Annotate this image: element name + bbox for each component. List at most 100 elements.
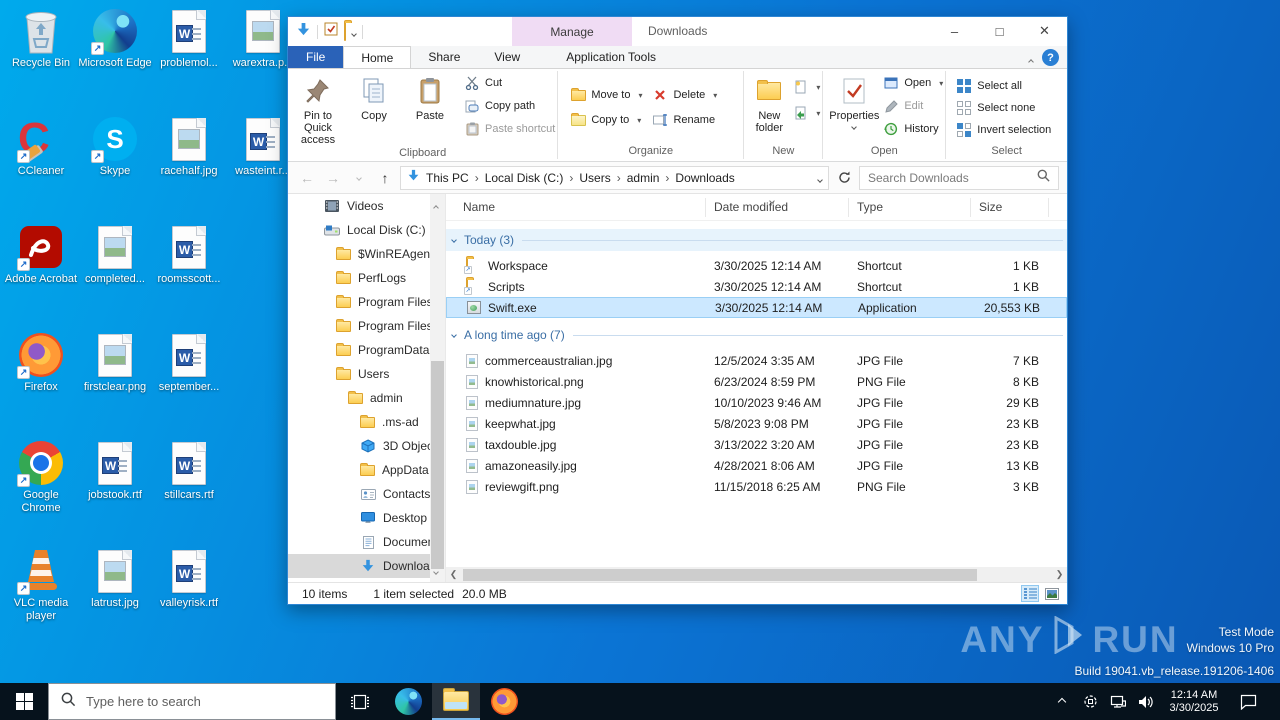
nav-item-local-disk-c[interactable]: Local Disk (C:) xyxy=(288,218,445,242)
desktop-icon-recycle-bin[interactable]: Recycle Bin xyxy=(4,6,78,114)
nav-item-program-files[interactable]: Program Files xyxy=(288,290,445,314)
nav-item-videos[interactable]: Videos xyxy=(288,194,445,218)
properties-button[interactable]: Properties xyxy=(825,71,883,141)
refresh-icon[interactable] xyxy=(833,167,855,189)
nav-item-users[interactable]: Users xyxy=(288,362,445,386)
file-row-keepwhat[interactable]: keepwhat.jpg 5/8/2023 9:08 PM JPG File 2… xyxy=(446,413,1067,434)
volume-icon[interactable] xyxy=(1135,687,1157,717)
horizontal-scrollbar-thumb[interactable] xyxy=(463,568,978,581)
collapse-ribbon-icon[interactable] xyxy=(1028,51,1034,69)
select-none-button[interactable]: Select none xyxy=(956,100,1051,116)
forward-icon[interactable]: → xyxy=(322,167,344,189)
tray-sync-icon[interactable] xyxy=(1079,687,1101,717)
nav-item-appdata[interactable]: AppData xyxy=(288,458,445,482)
details-view-icon[interactable] xyxy=(1021,585,1039,602)
group-header-a-long-time-ago[interactable]: A long time ago (7) xyxy=(446,324,1067,346)
nav-item-winreagent[interactable]: $WinREAgent xyxy=(288,242,445,266)
collapse-group-icon[interactable] xyxy=(451,332,457,338)
column-header-name[interactable]: Name xyxy=(446,197,706,217)
tab-application-tools[interactable]: Application Tools xyxy=(549,46,673,68)
desktop-icon-skype[interactable]: S Skype xyxy=(78,114,152,222)
desktop-icon-completed[interactable]: completed... xyxy=(78,222,152,330)
taskbar-edge-button[interactable] xyxy=(384,683,432,720)
nav-scrollbar[interactable] xyxy=(430,194,445,582)
recent-locations-icon[interactable] xyxy=(348,167,370,189)
nav-item-contacts[interactable]: Contacts xyxy=(288,482,445,506)
desktop-icon-google-chrome[interactable]: Google Chrome xyxy=(4,438,78,546)
nav-item-admin[interactable]: admin xyxy=(288,386,445,410)
file-row-mediumnature[interactable]: mediumnature.jpg 10/10/2023 9:46 AM JPG … xyxy=(446,392,1067,413)
breadcrumb-users[interactable]: Users xyxy=(575,171,614,185)
taskbar-firefox-button[interactable] xyxy=(480,683,528,720)
copy-button[interactable]: Copy xyxy=(346,71,402,141)
action-center-icon[interactable] xyxy=(1231,687,1265,717)
minimize-button[interactable]: – xyxy=(932,17,977,45)
start-button[interactable] xyxy=(0,683,48,720)
nav-item-program-files-x86[interactable]: Program Files xyxy=(288,314,445,338)
taskbar-file-explorer-button[interactable] xyxy=(432,683,480,720)
breadcrumb-local-disk[interactable]: Local Disk (C:) xyxy=(481,171,568,185)
qat-properties-icon[interactable] xyxy=(324,22,338,41)
move-to-button[interactable]: Move to xyxy=(570,87,642,103)
desktop-icon-microsoft-edge[interactable]: Microsoft Edge xyxy=(78,6,152,114)
qat-customize-icon[interactable] xyxy=(351,23,357,41)
downloads-arrow-icon[interactable] xyxy=(296,22,311,42)
file-row-workspace[interactable]: Workspace 3/30/2025 12:14 AM Shortcut 1 … xyxy=(446,255,1067,276)
desktop-icon-stillcars[interactable]: W stillcars.rtf xyxy=(152,438,226,546)
collapse-group-icon[interactable] xyxy=(451,237,457,243)
taskbar-clock[interactable]: 12:14 AM 3/30/2025 xyxy=(1163,689,1225,715)
file-row-reviewgift[interactable]: reviewgift.png 11/15/2018 6:25 AM PNG Fi… xyxy=(446,476,1067,497)
copy-path-button[interactable]: Copy path xyxy=(464,98,555,114)
delete-button[interactable]: Delete xyxy=(652,87,717,103)
cut-button[interactable]: Cut xyxy=(464,75,555,91)
nav-item-desktop[interactable]: Desktop xyxy=(288,506,445,530)
desktop-icon-september[interactable]: W september... xyxy=(152,330,226,438)
file-row-commerceaustralian[interactable]: commerceaustralian.jpg 12/5/2024 3:35 AM… xyxy=(446,350,1067,371)
network-icon[interactable] xyxy=(1107,687,1129,717)
desktop-icon-vlc[interactable]: VLC media player xyxy=(4,546,78,654)
nav-item-perflogs[interactable]: PerfLogs xyxy=(288,266,445,290)
tab-view[interactable]: View xyxy=(477,46,537,68)
group-header-today[interactable]: Today (3) xyxy=(446,229,1067,251)
desktop-icon-valleyrisk[interactable]: W valleyrisk.rtf xyxy=(152,546,226,654)
scroll-left-icon[interactable]: ❮ xyxy=(446,567,461,582)
breadcrumb-downloads[interactable]: Downloads xyxy=(671,171,738,185)
manage-contextual-tab[interactable]: Manage xyxy=(512,17,632,46)
tab-file[interactable]: File xyxy=(288,46,344,68)
nav-item-3d-objects[interactable]: 3D Objects xyxy=(288,434,445,458)
open-button[interactable]: Open xyxy=(883,75,943,91)
search-box[interactable]: Search Downloads xyxy=(859,165,1059,190)
copy-to-button[interactable]: Copy to xyxy=(570,112,642,128)
column-header-date-modified[interactable]: Date modified xyxy=(706,197,849,217)
pin-to-quick-access-button[interactable]: Pin to Quick access xyxy=(290,71,346,146)
close-button[interactable]: ✕ xyxy=(1022,17,1067,45)
breadcrumb-admin[interactable]: admin xyxy=(623,171,664,185)
paste-button[interactable]: Paste xyxy=(402,71,458,141)
file-row-taxdouble[interactable]: taxdouble.jpg 3/13/2022 3:20 AM JPG File… xyxy=(446,434,1067,455)
taskbar-search-box[interactable]: Type here to search xyxy=(48,683,336,720)
nav-item-programdata[interactable]: ProgramData xyxy=(288,338,445,362)
desktop-icon-firefox[interactable]: Firefox xyxy=(4,330,78,438)
desktop-icon-racehalf[interactable]: racehalf.jpg xyxy=(152,114,226,222)
edit-button[interactable]: Edit xyxy=(883,98,943,114)
task-view-button[interactable] xyxy=(336,683,384,720)
easy-access-button[interactable] xyxy=(792,105,820,121)
qat-new-folder-icon[interactable] xyxy=(344,21,346,41)
nav-item-downloads[interactable]: Downloads xyxy=(288,554,445,578)
file-row-amazoneasily[interactable]: amazoneasily.jpg 4/28/2021 8:06 AM JPG F… xyxy=(446,455,1067,476)
new-item-button[interactable] xyxy=(792,79,820,95)
search-icon[interactable] xyxy=(1037,169,1050,187)
file-row-scripts[interactable]: Scripts 3/30/2025 12:14 AM Shortcut 1 KB xyxy=(446,276,1067,297)
desktop-icon-jobstook[interactable]: W jobstook.rtf xyxy=(78,438,152,546)
thumbnail-view-icon[interactable] xyxy=(1043,585,1061,602)
nav-item-ms-ad[interactable]: .ms-ad xyxy=(288,410,445,434)
address-box[interactable]: This PC › Local Disk (C:) › Users › admi… xyxy=(400,165,829,190)
new-folder-button[interactable]: New folder xyxy=(746,71,792,141)
paste-shortcut-button[interactable]: Paste shortcut xyxy=(464,121,555,137)
up-icon[interactable]: ↑ xyxy=(374,167,396,189)
maximize-button[interactable]: □ xyxy=(977,17,1022,45)
desktop-icon-firstclear[interactable]: firstclear.png xyxy=(78,330,152,438)
select-all-button[interactable]: Select all xyxy=(956,78,1051,94)
horizontal-scrollbar[interactable]: ❮ ❯ xyxy=(446,567,1067,582)
rename-button[interactable]: Rename xyxy=(652,112,717,128)
